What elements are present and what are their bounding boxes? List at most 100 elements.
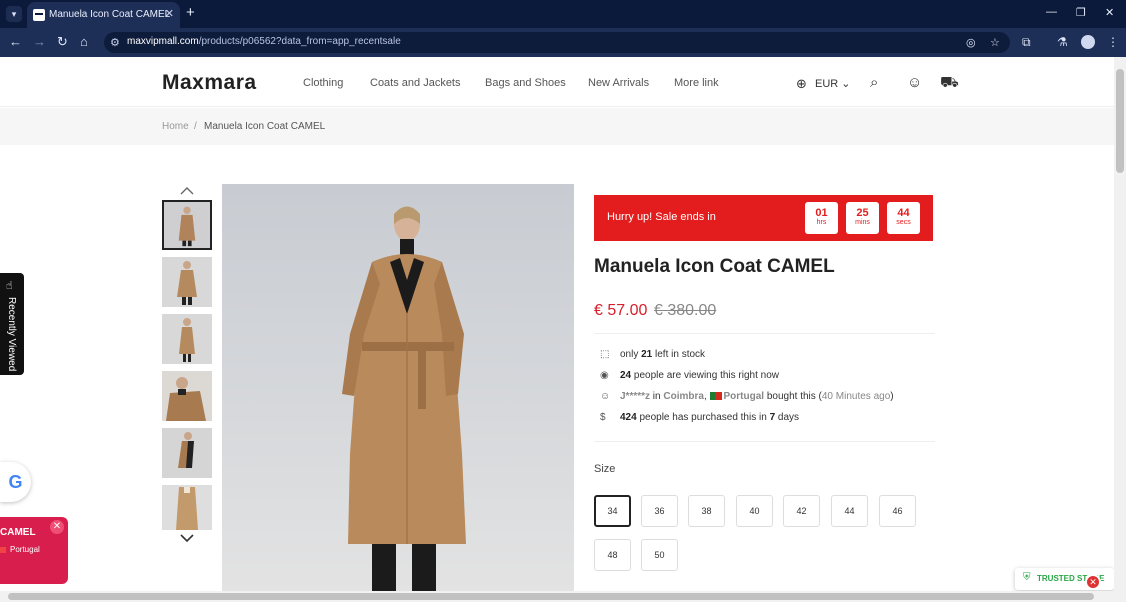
google-reviews-icon[interactable]: G <box>0 462 31 502</box>
nav-coats-and-jackets[interactable]: Coats and Jackets <box>370 77 461 89</box>
divider <box>594 333 935 334</box>
original-price: € 380.00 <box>654 302 717 319</box>
timer-seconds-unit: secs <box>896 219 911 226</box>
flag-icon <box>0 547 6 553</box>
browser-tab[interactable]: Manuela Icon Coat CAMEL ✕ <box>27 2 180 28</box>
nav-more-link[interactable]: More link <box>674 77 719 89</box>
browser-toolbar: ← → ↻ ⌂ ⚙ maxvipmall.com/products/p06562… <box>0 28 1126 57</box>
timer-minutes: 25 mins <box>846 202 879 234</box>
back-icon[interactable]: ← <box>9 35 22 49</box>
size-option-44[interactable]: 44 <box>831 495 868 527</box>
new-tab-button[interactable]: + <box>186 5 195 21</box>
web-page: Maxmara Clothing Coats and Jackets Bags … <box>0 57 1114 591</box>
home-icon[interactable]: ⌂ <box>80 35 88 49</box>
favicon-icon <box>33 9 45 21</box>
site-header: Maxmara Clothing Coats and Jackets Bags … <box>0 57 1114 107</box>
size-option-48[interactable]: 48 <box>594 539 631 571</box>
thumbnail-5[interactable] <box>162 428 212 478</box>
product-title: Manuela Icon Coat CAMEL <box>594 256 835 277</box>
thumbnail-6[interactable] <box>162 485 212 530</box>
tab-close-icon[interactable]: ✕ <box>165 7 174 20</box>
timer-seconds-value: 44 <box>897 207 910 219</box>
eye-icon: ◉ <box>600 370 609 381</box>
timer-hours: 01 hrs <box>805 202 838 234</box>
reload-icon[interactable]: ↻ <box>57 35 68 49</box>
sale-countdown-banner: Hurry up! Sale ends in 01 hrs 25 mins 44… <box>594 195 933 241</box>
vertical-scroll-thumb[interactable] <box>1116 69 1124 173</box>
size-option-36[interactable]: 36 <box>641 495 678 527</box>
address-bar[interactable]: ⚙ maxvipmall.com/products/p06562?data_fr… <box>104 32 1010 53</box>
nav-new-arrivals[interactable]: New Arrivals <box>588 77 649 89</box>
gallery-up-arrow-icon[interactable] <box>179 186 195 198</box>
size-option-50[interactable]: 50 <box>641 539 678 571</box>
tab-title: Manuela Icon Coat CAMEL <box>49 9 171 20</box>
forward-icon[interactable]: → <box>33 35 46 49</box>
viewing-info: ◉ 24 people are viewing this right now <box>600 370 779 381</box>
popup-location: Portugal <box>10 545 40 554</box>
sale-price: € 57.00 <box>594 302 648 319</box>
breadcrumb-current: Manuela Icon Coat CAMEL <box>204 121 326 132</box>
popup-close-icon[interactable]: ✕ <box>50 520 64 534</box>
gallery-down-arrow-icon[interactable] <box>179 533 195 545</box>
size-option-46[interactable]: 46 <box>879 495 916 527</box>
eye-off-icon[interactable]: ◎ <box>966 36 976 49</box>
timer-hours-value: 01 <box>815 207 828 219</box>
divider <box>594 441 935 442</box>
size-option-38[interactable]: 38 <box>688 495 725 527</box>
recently-viewed-label: Recently Viewed <box>6 297 17 372</box>
hand-pointer-icon: ☝ <box>6 280 13 292</box>
timer-minutes-unit: mins <box>855 219 870 226</box>
breadcrumb-separator: / <box>194 121 197 132</box>
extensions-icon[interactable]: ⧉ <box>1022 35 1031 50</box>
cart-icon[interactable]: ⛟ <box>940 74 959 93</box>
restore-icon[interactable]: ❐ <box>1076 6 1086 19</box>
trusted-badge-close-icon[interactable]: ✕ <box>1085 574 1101 590</box>
recent-sale-popup[interactable]: CAMEL Portugal ✕ <box>0 517 68 584</box>
size-label: Size <box>594 463 616 475</box>
purchased-info: $424 people has purchased this in 7 days <box>600 412 800 423</box>
size-option-40[interactable]: 40 <box>736 495 773 527</box>
thumbnail-1[interactable] <box>162 200 212 250</box>
timer-hours-unit: hrs <box>816 219 827 226</box>
horizontal-scrollbar[interactable] <box>0 591 1126 602</box>
tab-search-icon[interactable]: ▾ <box>6 6 22 22</box>
bookmark-star-icon[interactable]: ☆ <box>990 36 1000 49</box>
box-icon: ⬚ <box>600 349 610 360</box>
nav-clothing[interactable]: Clothing <box>303 77 343 89</box>
timer-seconds: 44 secs <box>887 202 920 234</box>
horizontal-scroll-thumb[interactable] <box>8 593 1094 600</box>
popup-product-title: CAMEL <box>0 527 36 538</box>
recent-buyer-info: ☺ J*****z in Coimbra, Portugal bought thi… <box>600 391 894 402</box>
site-info-icon[interactable]: ⚙ <box>110 36 120 49</box>
main-product-image[interactable] <box>222 184 574 591</box>
currency-value: EUR <box>815 78 839 90</box>
profile-avatar-icon[interactable] <box>1081 35 1095 49</box>
recently-viewed-tab[interactable]: ☝ Recently Viewed <box>0 273 24 375</box>
chevron-down-icon: ⌄ <box>841 78 851 90</box>
thumbnail-4[interactable] <box>162 371 212 421</box>
timer-minutes-value: 25 <box>856 207 869 219</box>
thumbnail-2[interactable] <box>162 257 212 307</box>
search-icon[interactable]: ⌕ <box>870 74 878 91</box>
size-option-34[interactable]: 34 <box>594 495 631 527</box>
vertical-scrollbar[interactable] <box>1114 57 1126 591</box>
url-text: maxvipmall.com/products/p06562?data_from… <box>127 36 401 47</box>
breadcrumb-home[interactable]: Home <box>162 121 189 132</box>
minimize-icon[interactable]: — <box>1046 6 1057 18</box>
dollar-icon: $ <box>600 412 606 423</box>
window-close-icon[interactable]: ✕ <box>1105 6 1114 19</box>
thumbnail-3[interactable] <box>162 314 212 364</box>
account-icon[interactable]: ☺ <box>907 74 922 91</box>
currency-selector[interactable]: EUR ⌄ <box>815 77 851 90</box>
browser-tab-strip: ▾ Manuela Icon Coat CAMEL ✕ + — ❐ ✕ <box>0 0 1126 28</box>
stock-info: ⬚ only 21 left in stock <box>600 349 706 360</box>
globe-icon[interactable]: ⊕ <box>796 76 807 92</box>
browser-menu-icon[interactable]: ⋮ <box>1107 35 1119 49</box>
breadcrumb: Home / Manuela Icon Coat CAMEL <box>0 108 1114 145</box>
size-option-42[interactable]: 42 <box>783 495 820 527</box>
labs-icon[interactable]: ⚗ <box>1057 35 1068 49</box>
nav-bags-and-shoes[interactable]: Bags and Shoes <box>485 77 566 89</box>
shield-check-icon: ⛨ <box>1023 572 1031 583</box>
site-logo[interactable]: Maxmara <box>162 71 257 95</box>
user-icon: ☺ <box>600 391 611 402</box>
